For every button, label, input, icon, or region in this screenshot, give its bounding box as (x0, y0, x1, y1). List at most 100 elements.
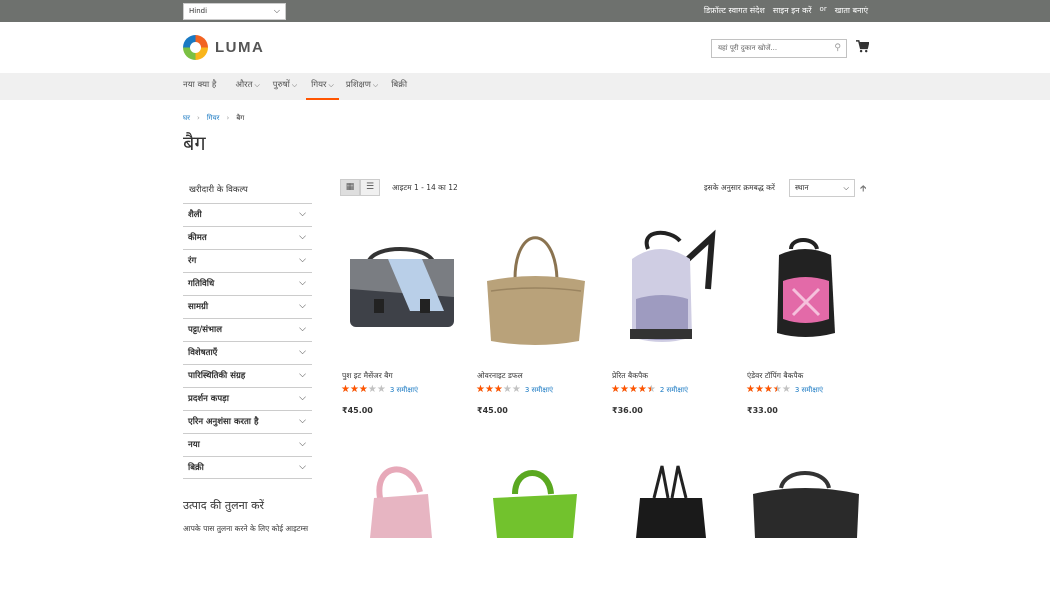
page-title: बैग (183, 131, 206, 155)
product-image-messenger-bag[interactable] (340, 219, 460, 364)
filter-performance-fabric[interactable]: प्रदर्शन कपड़ा ⌵ (183, 387, 312, 410)
nav-item-women[interactable]: औरत ⌵ (235, 73, 268, 100)
chevron-down-icon: ⌵ (254, 81, 260, 89)
compare-products-title: उत्पाद की तुलना करें (183, 499, 265, 512)
chevron-down-icon: ⌵ (299, 393, 306, 403)
filter-price[interactable]: कीमत ⌵ (183, 226, 312, 249)
chevron-down-icon: ⌵ (299, 255, 306, 265)
product-image-endeavor-backpack[interactable] (745, 219, 865, 364)
chevron-down-icon: ⌵ (299, 347, 306, 357)
breadcrumb-gear[interactable]: गियर (207, 114, 220, 123)
main-navigation: नया क्या है औरत ⌵ पुरुषों ⌵ गियर ⌵ प्रशिक्ष… (0, 73, 1050, 100)
list-view-icon[interactable]: ☰ (360, 179, 380, 196)
product-name[interactable]: एंडेवर टॉपिंग बैकपैक (747, 371, 803, 381)
rating-summary: ★★★★★★★★★★ 3 समीक्षाएं (746, 385, 823, 395)
filter-activity[interactable]: गतिविधि ⌵ (183, 272, 312, 295)
sort-by-select[interactable]: स्थान ⌵ (789, 179, 855, 197)
filter-material[interactable]: सामग्री ⌵ (183, 295, 312, 318)
search-placeholder: यहां पूरी दुकान खोजें... (718, 44, 778, 52)
chevron-down-icon: ⌵ (299, 462, 306, 472)
reviews-link[interactable]: 2 समीक्षाएं (660, 386, 688, 395)
reviews-link[interactable]: 3 समीक्षाएं (525, 386, 553, 395)
signin-link[interactable]: साइन इन करें (773, 5, 812, 16)
chevron-down-icon: ⌵ (299, 301, 306, 311)
nav-item-whats-new[interactable]: नया क्या है (183, 73, 225, 100)
product-image-pink-bag[interactable] (340, 458, 460, 603)
layered-navigation: खरीदारी के विकल्प शैली ⌵ कीमत ⌵ रंग ⌵ गतिवि… (183, 177, 312, 479)
nav-item-men[interactable]: पुरुषों ⌵ (273, 73, 306, 100)
shopping-options-title: खरीदारी के विकल्प (189, 185, 248, 195)
product-name[interactable]: पुश इट मैसेंजर बैग (342, 371, 393, 381)
or-text: or (819, 5, 827, 13)
chevron-down-icon: ⌵ (291, 81, 298, 89)
product-image-black-tote[interactable] (610, 458, 730, 603)
product-item: पुश इट मैसेंजर बैग ★★★★★★★★★★ 3 समीक्षाए… (340, 219, 460, 415)
nav-item-gear[interactable]: गियर ⌵ (306, 73, 339, 100)
top-bar: Hindi ⌵ डिफ़ॉल्ट स्वागत संदेश साइन इन कर… (0, 0, 1050, 22)
endeavor-backpack-image (777, 238, 835, 337)
filter-features[interactable]: विशेषताएँ ⌵ (183, 341, 312, 364)
chevron-down-icon: ⌵ (299, 439, 306, 449)
reviews-link[interactable]: 3 समीक्षाएं (390, 386, 418, 395)
chevron-down-icon: ⌵ (299, 209, 306, 219)
product-image-black-duffle[interactable] (745, 458, 865, 603)
black-duffle-bag-image (753, 471, 859, 538)
backpack-image (630, 229, 716, 342)
breadcrumb-separator: › (226, 114, 230, 122)
language-select[interactable]: Hindi ⌵ (183, 3, 286, 20)
logo[interactable]: LUMA (183, 35, 264, 60)
product-item (340, 458, 460, 603)
chevron-down-icon: ⌵ (299, 370, 306, 380)
product-name[interactable]: प्रेरित बैकपैक (612, 371, 648, 381)
product-item: ओवरनाइट डफल ★★★★★★★★★★ 3 समीक्षाएं ₹45.0… (475, 219, 595, 415)
product-item (610, 458, 730, 603)
star-rating-icon: ★★★★★★★★★★ (476, 384, 521, 395)
rating-summary: ★★★★★★★★★★ 3 समीक्षाएं (341, 385, 418, 395)
product-price: ₹45.00 (342, 406, 373, 415)
pink-shoulder-bag-image (370, 466, 432, 538)
chevron-down-icon: ⌵ (328, 81, 334, 89)
breadcrumb-home[interactable]: घर (183, 114, 190, 123)
cart-icon[interactable] (856, 40, 869, 53)
search-icon[interactable]: ⚲ (834, 43, 841, 53)
chevron-down-icon: ⌵ (273, 6, 280, 15)
product-image-backpack[interactable] (610, 219, 730, 364)
filter-eco-collection[interactable]: पारिस्थितिकी संग्रह ⌵ (183, 364, 312, 387)
product-item (475, 458, 595, 603)
star-rating-icon: ★★★★★★★★★★ (611, 384, 656, 395)
filter-strap-handle[interactable]: पट्टा/संभाल ⌵ (183, 318, 312, 341)
logo-text: LUMA (215, 39, 265, 56)
product-price: ₹45.00 (477, 406, 508, 415)
chevron-down-icon: ⌵ (372, 81, 379, 89)
breadcrumb-separator: › (197, 114, 200, 122)
filter-erin-recommends[interactable]: एरिन अनुशंसा करता है ⌵ (183, 410, 312, 433)
nav-item-training[interactable]: प्रशिक्षण ⌵ (346, 73, 387, 100)
rating-summary: ★★★★★★★★★★ 2 समीक्षाएं (611, 385, 688, 395)
filter-new[interactable]: नया ⌵ (183, 433, 312, 456)
reviews-link[interactable]: 3 समीक्षाएं (795, 386, 823, 395)
search-input[interactable]: यहां पूरी दुकान खोजें... ⚲ (711, 39, 847, 58)
product-name[interactable]: ओवरनाइट डफल (477, 371, 523, 381)
grid-view-icon[interactable]: ▦ (340, 179, 360, 196)
messenger-bag-image (350, 247, 454, 327)
duffle-bag-image (487, 236, 585, 345)
product-image-duffle[interactable] (475, 219, 595, 364)
product-image-green-bag[interactable] (475, 458, 595, 603)
sorter-label: इसके अनुसार क्रमबद्ध करें (704, 183, 775, 192)
rating-summary: ★★★★★★★★★★ 3 समीक्षाएं (476, 385, 553, 395)
product-item (745, 458, 865, 603)
create-account-link[interactable]: खाता बनाएं (835, 5, 868, 16)
chevron-down-icon: ⌵ (299, 324, 306, 334)
nav-item-sale[interactable]: बिक्री (391, 73, 416, 100)
filter-sale[interactable]: बिक्री ⌵ (183, 456, 312, 479)
sort-direction-arrow-icon[interactable]: 🡱 (860, 181, 866, 197)
breadcrumb: घर › गियर › बैग (183, 114, 244, 123)
product-item: प्रेरित बैकपैक ★★★★★★★★★★ 2 समीक्षाएं ₹3… (610, 219, 730, 415)
toolbar-amount: आइटम 1 - 14 का 12 (392, 183, 458, 192)
filter-style[interactable]: शैली ⌵ (183, 203, 312, 226)
filter-color[interactable]: रंग ⌵ (183, 249, 312, 272)
logo-icon (183, 35, 208, 60)
star-rating-icon: ★★★★★★★★★★ (746, 384, 791, 395)
compare-empty-text: आपके पास तुलना करने के लिए कोई आइटम्स (183, 524, 309, 533)
chevron-down-icon: ⌵ (843, 183, 849, 192)
